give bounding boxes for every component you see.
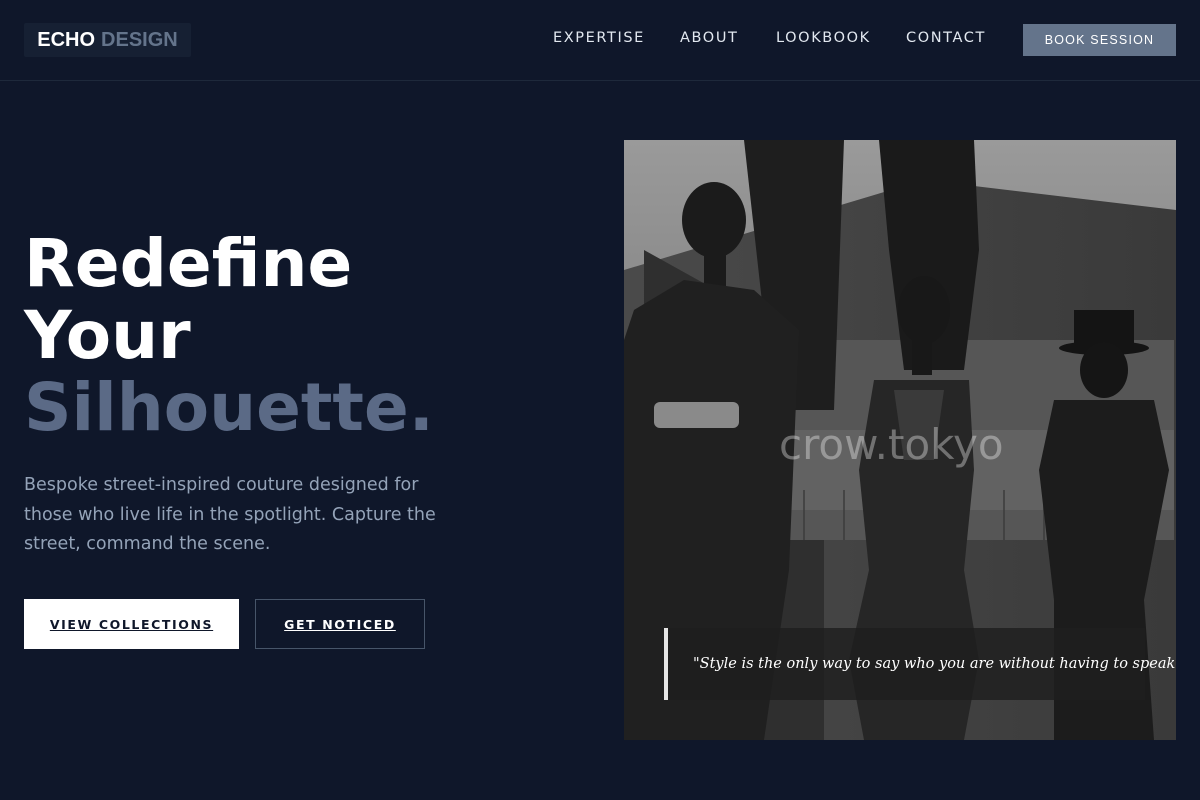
hero-title-line-2: Your	[24, 297, 191, 374]
view-collections-button[interactable]: VIEW COLLECTIONS	[24, 599, 239, 649]
image-watermark: crow.tokyo	[779, 420, 1004, 469]
hero-title-accent: Silhouette.	[24, 369, 434, 446]
brand-name-primary: ECHO	[37, 28, 96, 51]
hero-image: crow.tokyo "Style is the only way to say…	[624, 140, 1176, 740]
nav-item-about[interactable]: ABOUT	[680, 30, 739, 46]
fashion-quote: "Style is the only way to say who you ar…	[664, 628, 1176, 700]
brand-logo[interactable]: ECHO DESIGN	[24, 23, 191, 57]
hero-title: Redefine Your Silhouette.	[24, 228, 434, 444]
get-noticed-button[interactable]: GET NOTICED	[255, 599, 425, 649]
nav-item-lookbook[interactable]: LOOKBOOK	[776, 30, 871, 46]
book-session-button[interactable]: BOOK SESSION	[1023, 24, 1176, 56]
hero-title-line-1: Redefine	[24, 225, 353, 302]
brand-name-secondary: DESIGN	[101, 28, 178, 51]
nav-item-contact[interactable]: CONTACT	[906, 30, 986, 46]
hero-subtitle: Bespoke street-inspired couture designed…	[24, 475, 436, 554]
site-header: ECHO DESIGN EXPERTISE ABOUT LOOKBOOK CON…	[0, 0, 1200, 81]
nav-item-expertise[interactable]: EXPERTISE	[553, 30, 645, 46]
